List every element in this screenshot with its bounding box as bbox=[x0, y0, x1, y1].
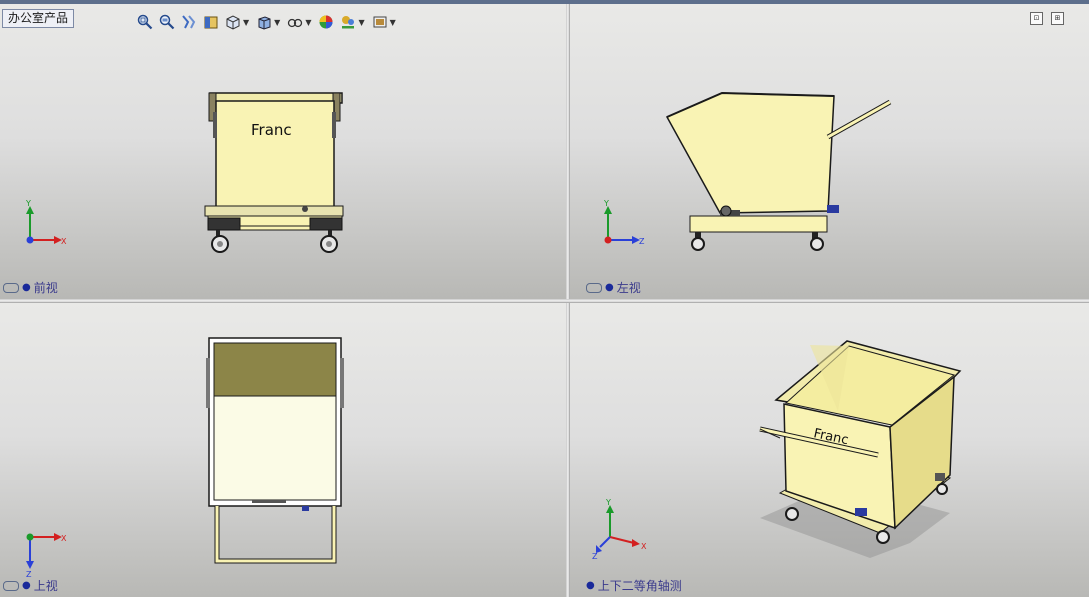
horizontal-viewport-splitter[interactable] bbox=[0, 299, 1089, 303]
left-axis-y-label: Y bbox=[603, 200, 609, 208]
viewport-front[interactable]: 办公室产品 ▼ ▼ ▼ ▼ ▼ Franc Y X ● 前视 bbox=[0, 4, 566, 299]
top-view-label[interactable]: ● 上视 bbox=[3, 577, 58, 594]
top-axis-x-label: X bbox=[61, 534, 67, 543]
iso-axis-x-label: X bbox=[641, 542, 647, 551]
front-axis-triad: Y X bbox=[25, 200, 67, 246]
iso-view-label[interactable]: ● 上下二等角轴测 bbox=[586, 577, 682, 594]
left-view-label[interactable]: ● 左视 bbox=[586, 279, 641, 296]
front-view-name: 前视 bbox=[33, 281, 58, 295]
top-view-name: 上视 bbox=[33, 579, 58, 593]
viewport-link-icon[interactable] bbox=[586, 282, 602, 293]
left-view-model[interactable] bbox=[570, 4, 1089, 299]
view-bullet-icon: ● bbox=[605, 282, 614, 293]
iso-axis-y-label: Y bbox=[605, 499, 611, 507]
viewport-link-icon[interactable] bbox=[3, 282, 19, 293]
top-axis-triad: Z X bbox=[26, 533, 67, 579]
left-axis-z-label: Z bbox=[639, 237, 645, 246]
left-axis-triad: Y Z bbox=[603, 200, 645, 246]
viewport-left[interactable]: ⊡ ⊞ Y Z ● 左视 bbox=[570, 4, 1089, 299]
front-axis-x-label: X bbox=[61, 237, 67, 246]
view-bullet-icon: ● bbox=[586, 580, 595, 591]
iso-axis-triad: Y X Z bbox=[592, 499, 647, 559]
left-view-name: 左视 bbox=[616, 281, 641, 295]
view-bullet-icon: ● bbox=[22, 282, 31, 293]
front-view-label[interactable]: ● 前视 bbox=[3, 279, 58, 296]
viewport-link-icon[interactable] bbox=[3, 580, 19, 591]
top-view-model[interactable] bbox=[0, 303, 566, 597]
iso-view-name: 上下二等角轴测 bbox=[597, 579, 682, 593]
view-bullet-icon: ● bbox=[22, 580, 31, 591]
front-view-model[interactable]: Franc bbox=[0, 4, 566, 299]
viewport-top[interactable]: Z X ● 上视 bbox=[0, 303, 566, 597]
front-axis-y-label: Y bbox=[25, 200, 31, 208]
viewport-isometric[interactable]: Franc Y X Z ● 上下二等角轴测 bbox=[570, 303, 1089, 597]
iso-axis-z-label: Z bbox=[592, 552, 598, 559]
front-model-label: Franc bbox=[251, 121, 292, 139]
